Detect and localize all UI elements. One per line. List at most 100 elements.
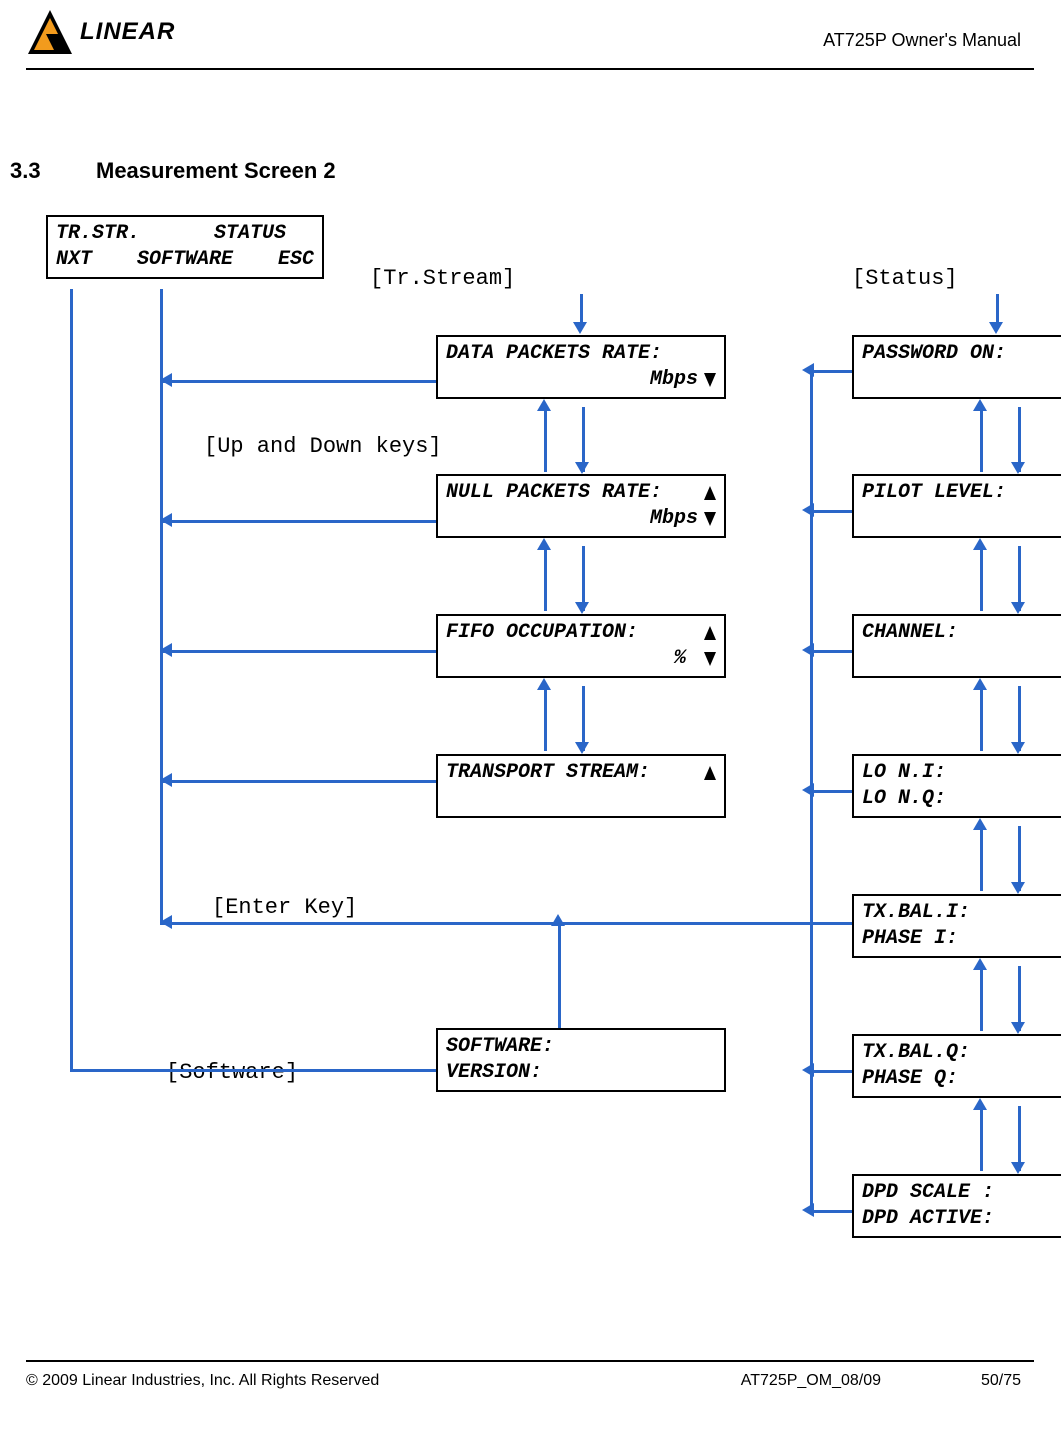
connector bbox=[980, 966, 983, 1031]
menu-trstr: TR.STR. bbox=[56, 221, 140, 247]
footer-doc-id: AT725P_OM_08/09 bbox=[741, 1372, 881, 1390]
menu-software: SOFTWARE bbox=[137, 247, 233, 273]
arrow-left-icon bbox=[160, 915, 172, 929]
arrow-down-icon bbox=[1011, 742, 1025, 754]
fifo-unit: % bbox=[674, 646, 686, 672]
connector bbox=[544, 546, 547, 611]
connector bbox=[70, 1069, 436, 1072]
arrow-left-icon bbox=[160, 773, 172, 787]
connector bbox=[810, 1070, 852, 1073]
arrow-left-icon bbox=[160, 643, 172, 657]
arrow-left-icon bbox=[802, 503, 814, 517]
connector bbox=[980, 407, 983, 472]
box-channel: CHANNEL: bbox=[852, 614, 1061, 678]
connector bbox=[810, 1210, 852, 1213]
connector bbox=[980, 546, 983, 611]
triangle-down-icon bbox=[704, 652, 716, 666]
triangle-up-icon bbox=[704, 486, 716, 500]
lo-ni-label: LO N.I: bbox=[862, 760, 946, 786]
linear-logo-icon bbox=[28, 10, 72, 54]
txbal-q-label: TX.BAL.Q: bbox=[862, 1040, 970, 1066]
triangle-down-icon bbox=[704, 512, 716, 526]
connector bbox=[544, 686, 547, 751]
menu-status: STATUS bbox=[214, 221, 286, 247]
fifo-label: FIFO OCCUPATION: bbox=[446, 620, 638, 646]
pilot-label: PILOT LEVEL: bbox=[862, 480, 1006, 506]
arrow-left-icon bbox=[160, 373, 172, 387]
section-number: 3.3 bbox=[10, 158, 41, 184]
brand-name: LINEAR bbox=[80, 18, 175, 46]
connector bbox=[160, 650, 436, 653]
arrow-up-icon bbox=[973, 678, 987, 690]
connector bbox=[580, 294, 583, 324]
connector bbox=[544, 407, 547, 472]
software-label: SOFTWARE: bbox=[446, 1034, 554, 1060]
box-software-version: SOFTWARE: VERSION: bbox=[436, 1028, 726, 1092]
arrow-up-icon bbox=[973, 958, 987, 970]
triangle-down-icon bbox=[704, 373, 716, 387]
box-pilot: PILOT LEVEL: bbox=[852, 474, 1061, 538]
connector bbox=[980, 826, 983, 891]
arrow-left-icon bbox=[802, 1063, 814, 1077]
connector bbox=[558, 922, 561, 1028]
arrow-down-icon bbox=[989, 322, 1003, 334]
arrow-down-icon bbox=[573, 322, 587, 334]
footer-rule bbox=[26, 1360, 1034, 1362]
menu-nxt: NXT bbox=[56, 247, 92, 273]
section-title: Measurement Screen 2 bbox=[96, 158, 336, 184]
brand-logo: LINEAR bbox=[28, 10, 175, 54]
arrow-up-icon bbox=[537, 538, 551, 550]
box-lo: LO N.I:mV LO N.Q:mV bbox=[852, 754, 1061, 818]
null-packets-label: NULL PACKETS RATE: bbox=[446, 480, 662, 506]
triangle-up-icon bbox=[704, 626, 716, 640]
arrow-up-icon bbox=[973, 538, 987, 550]
box-fifo: FIFO OCCUPATION: % bbox=[436, 614, 726, 678]
arrow-down-icon bbox=[575, 462, 589, 474]
password-label: PASSWORD ON: bbox=[862, 341, 1006, 367]
box-txbal-q: TX.BAL.Q: PHASE Q: bbox=[852, 1034, 1061, 1098]
connector bbox=[810, 790, 852, 793]
box-password: PASSWORD ON: bbox=[852, 335, 1061, 399]
null-packets-unit: Mbps bbox=[650, 506, 698, 532]
label-status: [Status] bbox=[852, 266, 958, 291]
arrow-down-icon bbox=[1011, 602, 1025, 614]
arrow-left-icon bbox=[802, 1203, 814, 1217]
arrow-up-icon bbox=[973, 818, 987, 830]
triangle-up-icon bbox=[704, 766, 716, 780]
connector bbox=[160, 780, 436, 783]
arrow-down-icon bbox=[1011, 462, 1025, 474]
arrow-left-icon bbox=[802, 643, 814, 657]
connector bbox=[810, 650, 852, 653]
box-transport-stream: TRANSPORT STREAM: bbox=[436, 754, 726, 818]
box-data-packets: DATA PACKETS RATE: Mbps bbox=[436, 335, 726, 399]
connector bbox=[810, 510, 852, 513]
footer-copyright: © 2009 Linear Industries, Inc. All Right… bbox=[26, 1372, 379, 1390]
menu-esc: ESC bbox=[278, 247, 314, 273]
footer-page: 50/75 bbox=[981, 1372, 1021, 1390]
dpd-scale-label: DPD SCALE : bbox=[862, 1180, 994, 1206]
connector bbox=[980, 686, 983, 751]
phase-q-label: PHASE Q: bbox=[862, 1066, 958, 1092]
arrow-down-icon bbox=[1011, 882, 1025, 894]
ts-label: TRANSPORT STREAM: bbox=[446, 760, 650, 786]
box-dpd: DPD SCALE : DPD ACTIVE: bbox=[852, 1174, 1061, 1238]
lo-nq-label: LO N.Q: bbox=[862, 786, 946, 812]
arrow-up-icon bbox=[537, 399, 551, 411]
phase-i-label: PHASE I: bbox=[862, 926, 958, 952]
arrow-down-icon bbox=[1011, 1022, 1025, 1034]
header-rule bbox=[26, 68, 1034, 70]
menu-box: TR.STR. STATUS NXT SOFTWARE ESC bbox=[46, 215, 324, 279]
arrow-down-icon bbox=[575, 602, 589, 614]
arrow-down-icon bbox=[1011, 1162, 1025, 1174]
arrow-up-icon bbox=[551, 914, 565, 926]
label-updown: [Up and Down keys] bbox=[204, 434, 442, 459]
dpd-active-label: DPD ACTIVE: bbox=[862, 1206, 994, 1232]
connector bbox=[980, 1106, 983, 1171]
arrow-left-icon bbox=[802, 363, 814, 377]
arrow-left-icon bbox=[802, 783, 814, 797]
document-title: AT725P Owner's Manual bbox=[823, 30, 1021, 51]
bus-software bbox=[70, 289, 73, 1069]
label-enter: [Enter Key] bbox=[212, 895, 357, 920]
arrow-up-icon bbox=[973, 1098, 987, 1110]
label-tr-stream: [Tr.Stream] bbox=[370, 266, 515, 291]
